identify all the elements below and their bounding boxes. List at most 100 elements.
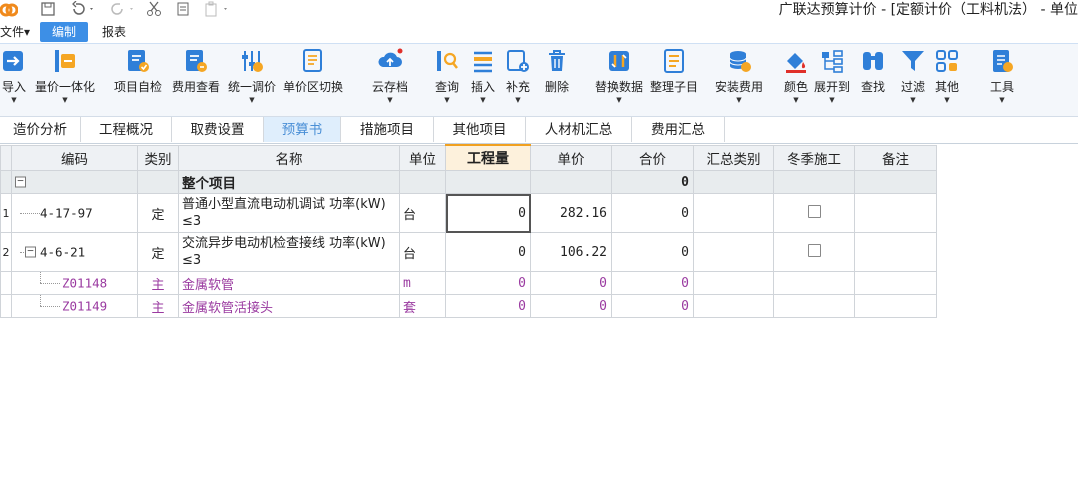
name-cell[interactable]: 普通小型直流电动机调试 功率(kW) ≤3: [178, 193, 400, 233]
menu-edit[interactable]: 编制: [40, 22, 88, 42]
quantity-cell[interactable]: [445, 170, 531, 194]
winter-construction-cell[interactable]: [773, 170, 855, 194]
cloud-archive-button[interactable]: 云存档 ▼: [370, 48, 410, 112]
type-cell[interactable]: 主: [137, 271, 179, 295]
filter-button[interactable]: 过滤 ▼: [898, 48, 928, 112]
unit-cell[interactable]: m: [399, 271, 446, 295]
menu-file[interactable]: 文件▾: [0, 22, 32, 42]
expand-to-button[interactable]: 展开到 ▼: [814, 48, 850, 112]
tab-cost-analysis[interactable]: 造价分析: [0, 117, 81, 142]
summary-category-cell[interactable]: [693, 294, 774, 318]
column-header-quantity[interactable]: 工程量: [445, 144, 531, 171]
unit-price-switch-button[interactable]: 单价区切换: [282, 48, 344, 112]
name-cell[interactable]: 金属软管: [178, 271, 400, 295]
column-header-unit[interactable]: 单位: [399, 144, 446, 171]
tab-fee-settings[interactable]: 取费设置: [172, 117, 264, 142]
tab-labor-material-summary[interactable]: 人材机汇总: [526, 117, 632, 142]
type-cell[interactable]: 定: [137, 193, 179, 233]
copy-icon[interactable]: [175, 1, 191, 17]
total-price-cell[interactable]: 0: [611, 232, 694, 272]
adjust-price-button[interactable]: 统一调价 ▼: [226, 48, 278, 112]
insert-button[interactable]: 插入 ▼: [468, 48, 498, 112]
supplement-button[interactable]: 补充 ▼: [503, 48, 533, 112]
quantity-cell[interactable]: 0: [445, 193, 531, 233]
query-button[interactable]: 查询 ▼: [432, 48, 462, 112]
code-cell[interactable]: 4-17-97: [11, 193, 138, 233]
tools-button[interactable]: 工具 ▼: [987, 48, 1017, 112]
code-cell[interactable]: − 4-6-21: [11, 232, 138, 272]
name-cell[interactable]: 金属软管活接头: [178, 294, 400, 318]
unit-price-cell[interactable]: [530, 170, 612, 194]
quantity-cell[interactable]: 0: [445, 271, 531, 295]
code-cell[interactable]: −: [11, 170, 138, 194]
integration-button[interactable]: 量价一体化 ▼: [34, 48, 96, 112]
unit-cell[interactable]: 套: [399, 294, 446, 318]
remarks-cell[interactable]: [854, 294, 937, 318]
cut-icon[interactable]: [146, 1, 162, 17]
tab-fee-summary[interactable]: 费用汇总: [632, 117, 725, 142]
remarks-cell[interactable]: [854, 170, 937, 194]
summary-category-cell[interactable]: [693, 170, 774, 194]
table-row-material[interactable]: Z01148 主 金属软管 m 0 0 0: [0, 271, 937, 295]
total-price-cell[interactable]: 0: [611, 170, 694, 194]
tab-other-items[interactable]: 其他项目: [434, 117, 526, 142]
column-header-total-price[interactable]: 合价: [611, 144, 694, 171]
unit-price-cell[interactable]: 0: [530, 294, 612, 318]
replace-data-button[interactable]: 替换数据 ▼: [594, 48, 644, 112]
summary-category-cell[interactable]: [693, 193, 774, 233]
delete-button[interactable]: 删除: [540, 48, 574, 112]
self-check-button[interactable]: 项目自检: [112, 48, 164, 112]
unit-cell[interactable]: 台: [399, 232, 446, 272]
tab-budget-book[interactable]: 预算书: [264, 117, 341, 142]
name-cell[interactable]: 交流异步电动机检查接线 功率(kW) ≤3: [178, 232, 400, 272]
type-cell[interactable]: [137, 170, 179, 194]
column-header-code[interactable]: 编码: [11, 144, 138, 171]
summary-category-cell[interactable]: [693, 232, 774, 272]
install-fee-button[interactable]: 安装费用 ▼: [712, 48, 766, 112]
table-row[interactable]: 1 4-17-97 定 普通小型直流电动机调试 功率(kW) ≤3 台 0 28…: [0, 193, 937, 233]
column-header-unit-price[interactable]: 单价: [530, 144, 612, 171]
organize-button[interactable]: 整理子目: [648, 48, 700, 112]
total-price-cell[interactable]: 0: [611, 271, 694, 295]
total-price-cell[interactable]: 0: [611, 193, 694, 233]
redo-icon[interactable]: [110, 1, 136, 17]
remarks-cell[interactable]: [854, 193, 937, 233]
tab-project-overview[interactable]: 工程概况: [81, 117, 172, 142]
type-cell[interactable]: 定: [137, 232, 179, 272]
paste-icon[interactable]: [204, 1, 230, 17]
remarks-cell[interactable]: [854, 271, 937, 295]
other-button[interactable]: 其他 ▼: [932, 48, 962, 112]
color-button[interactable]: 颜色 ▼: [781, 48, 811, 112]
collapse-icon[interactable]: −: [25, 246, 36, 258]
winter-construction-cell[interactable]: [773, 271, 855, 295]
quantity-cell[interactable]: 0: [445, 232, 531, 272]
unit-price-cell[interactable]: 106.22: [530, 232, 612, 272]
unit-price-cell[interactable]: 282.16: [530, 193, 612, 233]
save-icon[interactable]: [40, 1, 56, 17]
type-cell[interactable]: 主: [137, 294, 179, 318]
collapse-icon[interactable]: −: [15, 176, 26, 188]
import-button[interactable]: 导入 ▼: [0, 48, 28, 112]
unit-cell[interactable]: 台: [399, 193, 446, 233]
table-row[interactable]: 2 − 4-6-21 定 交流异步电动机检查接线 功率(kW) ≤3 台 0 1…: [0, 232, 937, 272]
table-row-material[interactable]: Z01149 主 金属软管活接头 套 0 0 0: [0, 294, 937, 318]
winter-construction-cell[interactable]: [773, 193, 855, 233]
menu-report[interactable]: 报表: [92, 22, 136, 42]
column-header-name[interactable]: 名称: [178, 144, 400, 171]
undo-icon[interactable]: [70, 1, 96, 17]
code-cell[interactable]: Z01149: [11, 294, 138, 318]
name-cell[interactable]: 整个项目: [178, 170, 400, 194]
tab-measures[interactable]: 措施项目: [341, 117, 434, 142]
column-header-winter-construction[interactable]: 冬季施工: [773, 144, 855, 171]
code-cell[interactable]: Z01148: [11, 271, 138, 295]
unit-cell[interactable]: [399, 170, 446, 194]
total-price-cell[interactable]: 0: [611, 294, 694, 318]
winter-construction-checkbox[interactable]: [807, 243, 821, 257]
winter-construction-cell[interactable]: [773, 232, 855, 272]
winter-construction-checkbox[interactable]: [807, 204, 821, 218]
quantity-cell[interactable]: 0: [445, 294, 531, 318]
winter-construction-cell[interactable]: [773, 294, 855, 318]
column-header-remarks[interactable]: 备注: [854, 144, 937, 171]
column-header-type[interactable]: 类别: [137, 144, 179, 171]
table-row-section[interactable]: − 整个项目 0: [0, 170, 937, 194]
